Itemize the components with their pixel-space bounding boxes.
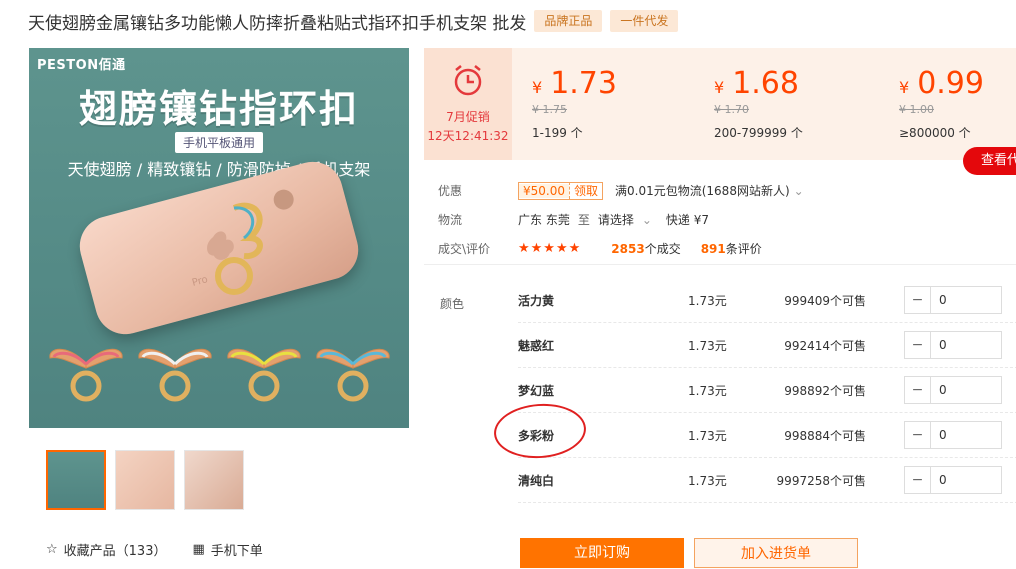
- ring-white: [135, 338, 215, 418]
- product-main-image[interactable]: PESTON佰通 翅膀镶钻指环扣 手机平板通用 天使翅膀 / 精致镶钻 / 防滑…: [29, 48, 409, 428]
- image-headline: 翅膀镶钻指环扣: [78, 87, 359, 131]
- origin: 广东 东莞: [518, 213, 570, 227]
- info-rows: 优惠 ¥50.00 领取 满0.01元包物流(1688网站新人) ⌄ 物流 广东 …: [438, 176, 804, 263]
- quantity-input[interactable]: 0: [931, 422, 1001, 448]
- ring-product-illustration: [199, 198, 269, 308]
- deals-count[interactable]: 2853个成交: [611, 240, 680, 257]
- promo-box: 7月促销 12天12:41:32: [424, 48, 512, 160]
- minus-button[interactable]: −: [905, 287, 931, 313]
- discount-text: 满0.01元包物流(1688网站新人): [615, 184, 790, 198]
- thumbnail-1[interactable]: [46, 450, 106, 510]
- price-value: 1.68: [732, 66, 799, 101]
- discount-row: 优惠 ¥50.00 领取 满0.01元包物流(1688网站新人) ⌄: [438, 181, 804, 200]
- price-old: ¥ 1.00: [899, 103, 934, 116]
- price-old: ¥ 1.75: [532, 103, 567, 116]
- product-title: 天使翅膀金属镶钻多功能懒人防摔折叠粘贴式指环扣手机支架 批发: [28, 13, 527, 34]
- brand-logo: PESTON佰通: [37, 58, 126, 73]
- thumbnail-3[interactable]: [184, 450, 244, 510]
- price-value: 1.73: [550, 66, 617, 101]
- quantity-stepper: −0: [904, 421, 1002, 449]
- product-header: 天使翅膀金属镶钻多功能懒人防摔折叠粘贴式指环扣手机支架 批发 品牌正品 一件代发: [28, 8, 679, 34]
- favorite-link[interactable]: ☆ 收藏产品（133）: [46, 540, 166, 559]
- sku-row: 梦幻蓝 1.73元 998892个可售 −0: [518, 368, 1016, 413]
- ring-yellow: [224, 338, 304, 418]
- quantity-stepper: −0: [904, 466, 1002, 494]
- price-value: 0.99: [917, 66, 984, 101]
- ring-red: [46, 338, 126, 418]
- sku-table: 活力黄 1.73元 999409个可售 −0 魅惑红 1.73元 992414个…: [518, 278, 1016, 503]
- price-tier-3: ¥0.99 ¥ 1.00 ≥800000 个: [899, 66, 984, 140]
- buy-now-button[interactable]: 立即订购: [520, 538, 684, 568]
- tag-brand[interactable]: 品牌正品: [534, 10, 603, 32]
- chevron-down-icon[interactable]: ⌄: [642, 213, 652, 227]
- tag-dropship[interactable]: 一件代发: [610, 10, 679, 32]
- sku-row: 魅惑红 1.73元 992414个可售 −0: [518, 323, 1016, 368]
- logistics-row: 物流 广东 东莞 至 请选择 ⌄ 快递 ¥7: [438, 211, 710, 228]
- quantity-stepper: −0: [904, 286, 1002, 314]
- price-range: 1-199 个: [532, 126, 583, 140]
- price-range: 200-799999 个: [714, 126, 803, 140]
- thumbnail-strip: [46, 450, 244, 510]
- express-fee: 快递 ¥7: [665, 213, 710, 227]
- destination-select[interactable]: 请选择: [598, 211, 634, 228]
- minus-button[interactable]: −: [905, 467, 931, 493]
- sku-row: 清纯白 1.73元 9997258个可售 −0: [518, 458, 1016, 503]
- sku-label: 颜色: [440, 297, 465, 311]
- coupon[interactable]: ¥50.00 领取: [518, 181, 604, 200]
- ring-blue: [313, 338, 393, 418]
- price-tier-2: ¥1.68 ¥ 1.70 200-799999 个: [714, 66, 803, 140]
- view-button[interactable]: 查看代: [963, 147, 1016, 175]
- quantity-stepper: −0: [904, 376, 1002, 404]
- image-badge: 手机平板通用: [174, 132, 264, 153]
- quantity-input[interactable]: 0: [931, 287, 1001, 313]
- rating-stars: ★★★★★: [518, 241, 582, 256]
- alarm-clock-icon: [454, 65, 482, 96]
- quantity-input[interactable]: 0: [931, 332, 1001, 358]
- mobile-order-link[interactable]: ▦ 手机下单: [192, 540, 262, 559]
- minus-button[interactable]: −: [905, 332, 931, 358]
- review-count[interactable]: 891条评价: [701, 240, 762, 257]
- minus-button[interactable]: −: [905, 422, 931, 448]
- sku-row: 多彩粉 1.73元 998884个可售 −0: [518, 413, 1016, 458]
- deals-row: 成交\评价 ★★★★★ 2853个成交 891条评价: [438, 240, 762, 257]
- divider: [424, 264, 1016, 265]
- promo-timer: 12天12:41:32: [427, 129, 509, 143]
- image-subline: 天使翅膀 / 精致镶钻 / 防滑防掉 / 手机支架: [67, 160, 371, 179]
- price-panel: 7月促销 12天12:41:32 ¥1.73 ¥ 1.75 1-199 个 ¥1…: [424, 48, 1016, 160]
- thumbnail-2[interactable]: [115, 450, 175, 510]
- minus-button[interactable]: −: [905, 377, 931, 403]
- sku-row: 活力黄 1.73元 999409个可售 −0: [518, 278, 1016, 323]
- quantity-input[interactable]: 0: [931, 377, 1001, 403]
- quantity-stepper: −0: [904, 331, 1002, 359]
- quantity-input[interactable]: 0: [931, 467, 1001, 493]
- price-range: ≥800000 个: [899, 126, 971, 140]
- price-tier-1: ¥1.73 ¥ 1.75 1-199 个: [532, 66, 617, 140]
- chevron-down-icon[interactable]: ⌄: [794, 184, 804, 198]
- price-old: ¥ 1.70: [714, 103, 749, 116]
- add-to-cart-button[interactable]: 加入进货单: [694, 538, 858, 568]
- bottom-links: ☆ 收藏产品（133） ▦ 手机下单: [46, 540, 263, 559]
- promo-label: 7月促销: [446, 110, 490, 124]
- ring-variants: [29, 338, 409, 418]
